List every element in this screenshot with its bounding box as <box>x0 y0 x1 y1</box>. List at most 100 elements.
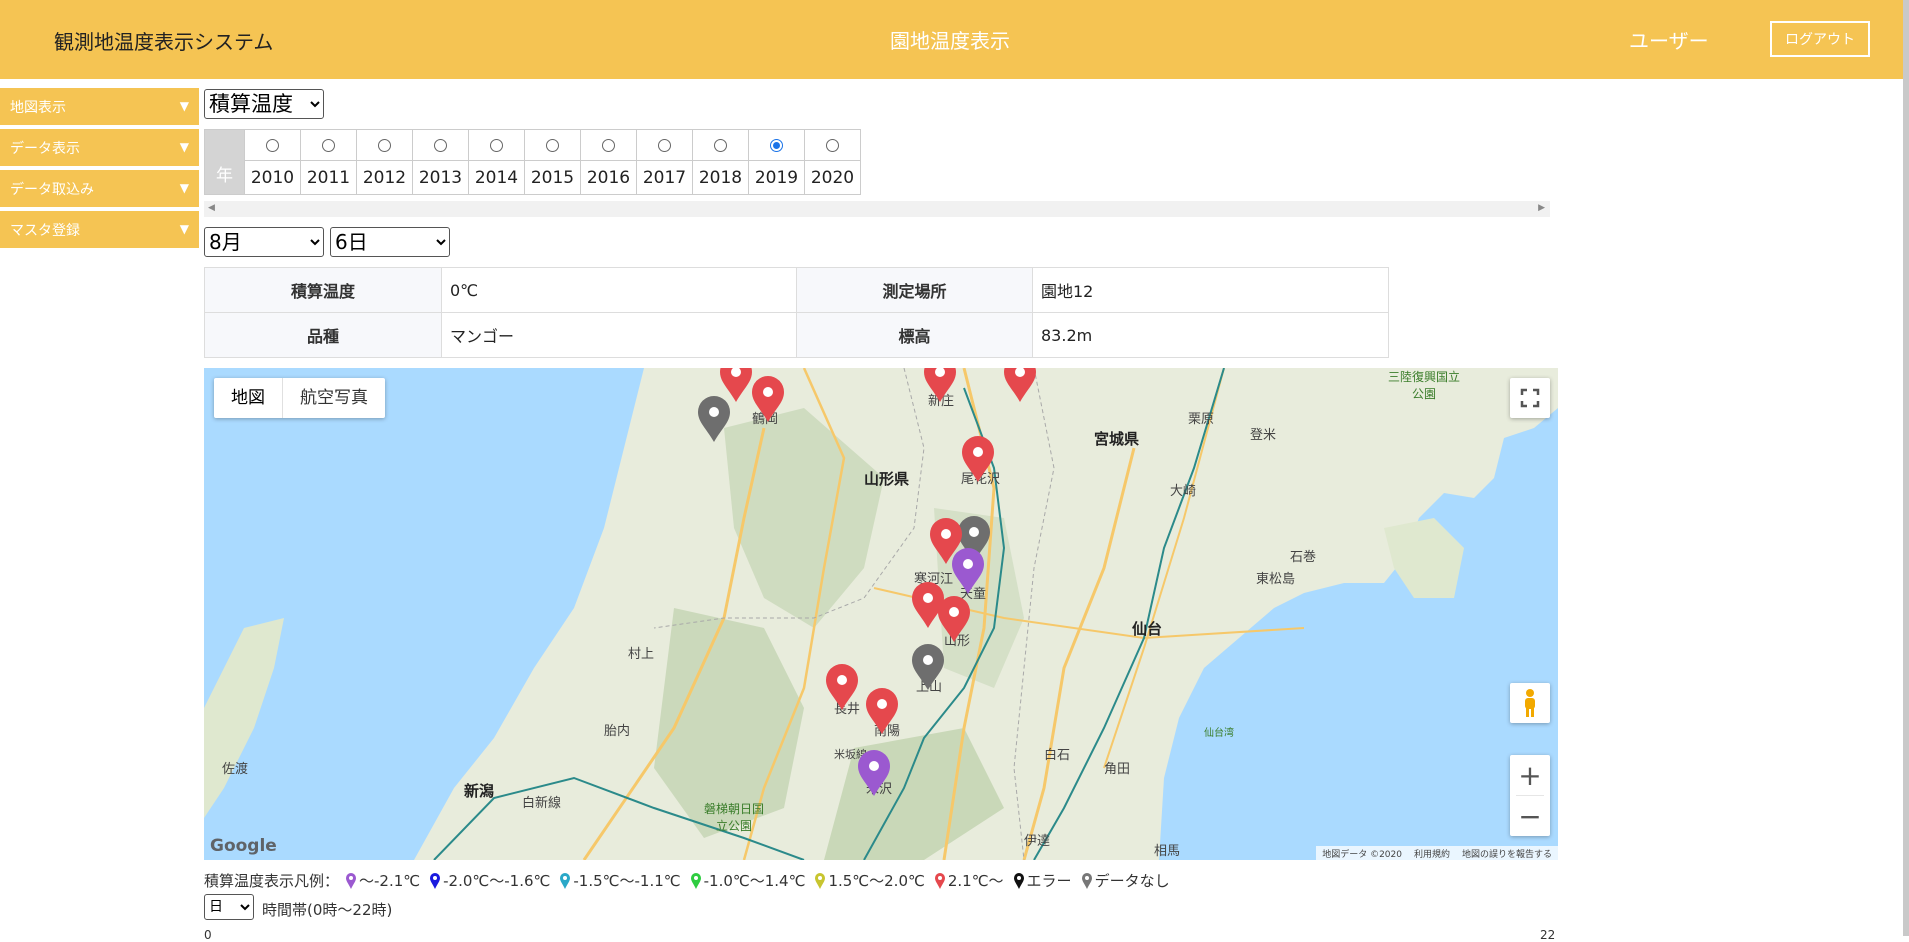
terms-link[interactable]: 利用規約 <box>1414 847 1450 860</box>
year-radio-2010[interactable] <box>244 129 301 161</box>
legend-label: データなし <box>1094 872 1170 890</box>
year-label: 2015 <box>524 160 581 195</box>
temperature-type-select[interactable]: 積算温度 <box>204 89 324 119</box>
sidebar-item-data[interactable]: データ表示 ▼ <box>0 129 199 166</box>
marker-red[interactable] <box>936 596 972 644</box>
year-radio-2017[interactable] <box>636 129 693 161</box>
year-radio-2020[interactable] <box>804 129 861 161</box>
year-radio-2019[interactable] <box>748 129 805 161</box>
year-label: 2016 <box>580 160 637 195</box>
value-total-temperature: 0℃ <box>441 267 797 313</box>
label-location: 測定場所 <box>796 267 1033 313</box>
map-label: 登米 <box>1250 428 1277 443</box>
year-label: 2017 <box>636 160 693 195</box>
radio-icon[interactable] <box>322 138 335 152</box>
map-label: 村上 <box>628 647 655 662</box>
scroll-left-icon[interactable]: ◀ <box>208 203 215 213</box>
report-error-link[interactable]: 地図の誤りを報告する <box>1462 847 1552 860</box>
scroll-right-icon[interactable]: ▶ <box>1538 203 1545 213</box>
marker-red[interactable] <box>864 688 900 736</box>
legend-label: 2.1℃～ <box>947 872 1004 890</box>
map-label: 石巻 <box>1290 550 1317 565</box>
year-label: 2012 <box>356 160 413 195</box>
marker-purple[interactable] <box>856 750 892 798</box>
marker-red[interactable] <box>1002 368 1038 404</box>
page-scrollbar[interactable] <box>1903 0 1909 936</box>
map-label: 相馬 <box>1154 844 1181 859</box>
sidebar-item-label: マスタ登録 <box>10 222 80 239</box>
marker-cyan-icon <box>560 872 571 889</box>
legend-title: 積算温度表示凡例： <box>204 872 340 890</box>
time-range-label: 時間帯(0時～22時) <box>262 901 393 919</box>
year-radio-2012[interactable] <box>356 129 413 161</box>
map-label: 伊達 <box>1024 834 1051 849</box>
marker-purple-icon <box>346 872 357 889</box>
google-logo-text: Google <box>210 836 277 856</box>
map-attribution: 地図データ ©2020 利用規約 地図の誤りを報告する <box>1316 846 1558 860</box>
radio-icon[interactable] <box>602 138 615 152</box>
marker-gray[interactable] <box>910 644 946 692</box>
year-table-scrollbar[interactable]: ◀ ▶ <box>204 201 1550 217</box>
marker-green-icon <box>690 872 701 889</box>
radio-checked-icon[interactable] <box>770 138 783 152</box>
radio-icon[interactable] <box>378 138 391 152</box>
zoom-out-button[interactable]: − <box>1510 796 1550 836</box>
radio-icon[interactable] <box>826 138 839 152</box>
marker-gray-icon <box>1081 872 1092 889</box>
marker-red[interactable] <box>960 436 996 484</box>
period-select[interactable]: 日 <box>204 894 254 920</box>
street-view-button[interactable] <box>1510 683 1550 723</box>
day-select[interactable]: 6日 <box>330 227 450 257</box>
map-view[interactable]: 山形県 宮城県 仙台 新潟 新庄 鶴岡 尾花沢 寒河江 天童 山形 上山 長井 … <box>204 368 1558 860</box>
year-header: 年 <box>204 129 245 195</box>
year-label: 2013 <box>412 160 469 195</box>
fullscreen-button[interactable] <box>1510 378 1550 418</box>
legend-item: -1.0℃～1.4℃ <box>690 870 805 891</box>
label-altitude: 標高 <box>796 312 1033 358</box>
year-radio-2014[interactable] <box>468 129 525 161</box>
scrollbar-thumb[interactable] <box>1903 0 1909 936</box>
radio-icon[interactable] <box>714 138 727 152</box>
radio-icon[interactable] <box>546 138 559 152</box>
radio-icon[interactable] <box>434 138 447 152</box>
marker-gray[interactable] <box>696 396 732 444</box>
user-menu[interactable]: ユーザー <box>1629 25 1709 54</box>
app-header: 観測地温度表示システム 園地温度表示 ユーザー ログアウト <box>0 0 1903 79</box>
marker-red-icon <box>934 872 945 889</box>
year-label: 2010 <box>244 160 301 195</box>
year-label: 2014 <box>468 160 525 195</box>
sidebar-item-map[interactable]: 地図表示 ▼ <box>0 88 199 125</box>
logout-button[interactable]: ログアウト <box>1770 21 1870 57</box>
map-label: 角田 <box>1104 762 1131 777</box>
sidebar: 地図表示 ▼ データ表示 ▼ データ取込み ▼ マスタ登録 ▼ <box>0 88 199 252</box>
map-type-aerial-button[interactable]: 航空写真 <box>283 378 385 418</box>
year-radio-2011[interactable] <box>300 129 357 161</box>
legend-item: データなし <box>1081 870 1170 891</box>
legend-label: 1.5℃～2.0℃ <box>828 872 925 890</box>
year-radio-2016[interactable] <box>580 129 637 161</box>
value-variety: マンゴー <box>441 312 797 358</box>
marker-purple[interactable] <box>950 548 986 596</box>
legend-label: -2.0℃～-1.6℃ <box>443 872 551 890</box>
map-label: 栗原 <box>1188 412 1215 427</box>
map-type-map-button[interactable]: 地図 <box>214 378 283 418</box>
marker-red[interactable] <box>750 376 786 424</box>
zoom-in-button[interactable]: + <box>1510 755 1550 795</box>
attribution-text: 地図データ ©2020 <box>1322 850 1402 860</box>
legend-label: エラー <box>1026 872 1072 890</box>
sidebar-item-import[interactable]: データ取込み ▼ <box>0 170 199 207</box>
year-radio-2015[interactable] <box>524 129 581 161</box>
year-radio-2013[interactable] <box>412 129 469 161</box>
month-select[interactable]: 8月 <box>204 227 324 257</box>
radio-icon[interactable] <box>490 138 503 152</box>
legend-item: -2.0℃～-1.6℃ <box>429 870 550 891</box>
legend-item: -1.5℃～-1.1℃ <box>559 870 681 891</box>
year-radio-2018[interactable] <box>692 129 749 161</box>
sidebar-item-master[interactable]: マスタ登録 ▼ <box>0 211 199 248</box>
marker-red[interactable] <box>922 368 958 404</box>
marker-red[interactable] <box>824 664 860 712</box>
map-label: 胎内 <box>604 724 631 739</box>
radio-icon[interactable] <box>266 138 279 152</box>
island-oshika <box>1384 518 1464 598</box>
radio-icon[interactable] <box>658 138 671 152</box>
